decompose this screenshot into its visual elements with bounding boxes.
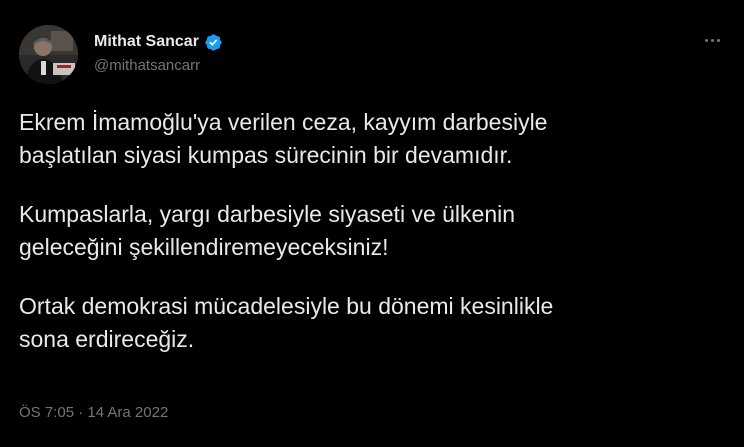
meta-separator: · — [74, 404, 88, 421]
tweet-line: Kumpaslarla, yargı darbesiyle siyaseti v… — [19, 201, 516, 227]
author-name-row: Mithat Sancar — [94, 30, 223, 54]
more-options-icon — [704, 38, 708, 42]
tweet-line: geleceğini şekillendiremeyeceksiniz! — [19, 234, 389, 260]
tweet-paragraph: Ortak demokrasi mücadelesiyle bu dönemi … — [19, 290, 719, 356]
more-options-icon-dot — [710, 38, 714, 42]
tweet-line: başlatılan siyasi kumpas sürecinin bir d… — [19, 142, 513, 168]
author-name[interactable]: Mithat Sancar — [94, 33, 199, 51]
more-options-button[interactable] — [700, 30, 724, 50]
verified-badge-icon — [205, 33, 222, 51]
tweet-timestamp: ÖS 7:05 · 14 Ara 2022 — [19, 404, 168, 421]
author-handle[interactable]: @mithatsancarr — [94, 57, 200, 74]
avatar-image — [19, 25, 78, 84]
tweet-paragraph: Kumpaslarla, yargı darbesiyle siyaseti v… — [19, 198, 719, 264]
avatar[interactable] — [19, 25, 78, 84]
tweet-line: Ortak demokrasi mücadelesiyle bu dönemi … — [19, 293, 554, 319]
tweet-card: Mithat Sancar @mithatsancarr Ekrem İmamo… — [0, 0, 744, 447]
more-options-icon-dot — [716, 38, 720, 42]
tweet-text: Ekrem İmamoğlu'ya verilen ceza, kayyım d… — [19, 106, 719, 382]
tweet-paragraph: Ekrem İmamoğlu'ya verilen ceza, kayyım d… — [19, 106, 719, 172]
tweet-date-link[interactable]: 14 Ara 2022 — [87, 404, 168, 421]
tweet-line: sona erdireceğiz. — [19, 326, 195, 352]
tweet-line: Ekrem İmamoğlu'ya verilen ceza, kayyım d… — [19, 109, 548, 135]
tweet-time-link[interactable]: ÖS 7:05 — [19, 404, 74, 421]
